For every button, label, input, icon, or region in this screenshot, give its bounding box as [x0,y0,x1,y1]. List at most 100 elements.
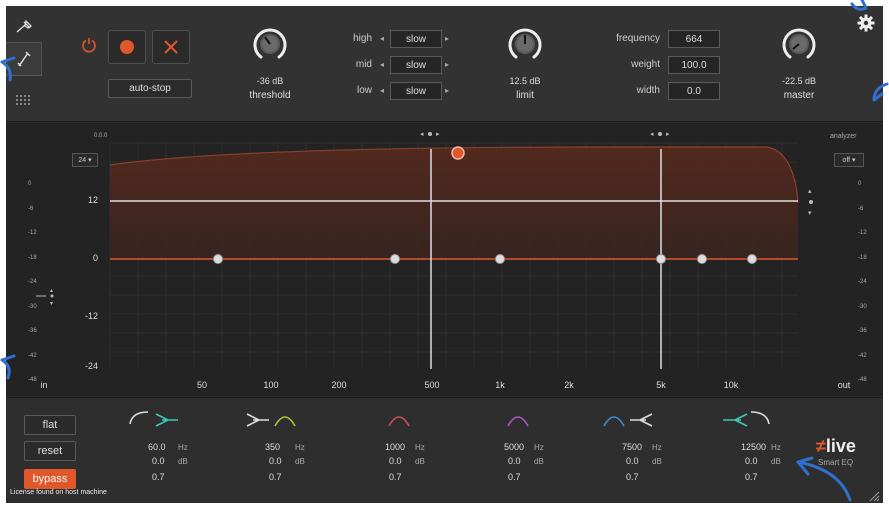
band-frequency-unit: Hz [534,443,544,452]
weight-point[interactable] [451,146,465,160]
svg-text:◂: ◂ [650,131,654,138]
band-frequency[interactable]: 7500 [622,442,642,452]
cancel-button[interactable] [152,30,190,64]
band-frequency[interactable]: 12500 [741,442,766,452]
frequency-label: 2k [564,380,574,390]
band-node[interactable] [656,254,666,264]
svg-text:▸: ▸ [666,131,670,138]
band-q[interactable]: 0.7 [389,472,402,482]
frequency-label: 500 [424,380,440,390]
frequency-label: 10k [723,380,739,390]
eq-band[interactable]: 7500 Hz 0.0 dB 0.7 [600,404,710,499]
gain-label: -12 [84,311,98,321]
band-node[interactable] [390,254,400,264]
svg-text:▴: ▴ [50,288,53,294]
threshold-label: threshold [249,90,291,101]
gain-label: 12 [87,195,98,205]
power-button[interactable] [78,34,100,56]
band-frequency[interactable]: 350 [265,442,280,452]
band-gain[interactable]: 0.0 [626,456,639,466]
pin-icon[interactable] [6,10,42,44]
limit-value: 12.5 dB [509,76,541,86]
speed-prev-icon[interactable]: ◂ [380,60,384,69]
meter-tick-left: -24 [28,279,37,285]
reset-button[interactable]: reset [24,441,76,461]
eq-graph[interactable]: ◂ ▸ ◂ ▸ ▴ ▾ ▴ ▾ [6,123,883,396]
limit-knob[interactable] [507,26,543,62]
master-knob[interactable] [781,26,817,62]
field-input[interactable]: 0.0 [668,82,720,100]
filter-shape [750,411,770,425]
band-node[interactable] [213,254,223,264]
grid-tab-icon[interactable] [6,84,42,118]
band-shape-icon[interactable] [719,404,829,430]
band-shape-icon[interactable] [363,404,473,430]
split-handle-high[interactable]: ◂ ▸ [650,131,670,138]
record-icon [120,40,134,54]
band-q[interactable]: 0.7 [626,472,639,482]
eq-display[interactable]: ◂ ▸ ◂ ▸ ▴ ▾ ▴ ▾ 0.0.0 24 ▾ analyzer off … [6,123,883,396]
speed-prev-icon[interactable]: ◂ [380,86,384,95]
auto-stop-button[interactable]: auto-stop [108,79,192,98]
analyzer-dropdown[interactable]: off ▾ [834,153,864,167]
band-frequency[interactable]: 1000 [385,442,405,452]
eq-band[interactable]: 60.0 Hz 0.0 dB 0.7 [126,404,236,499]
speed-prev-icon[interactable]: ◂ [380,34,384,43]
band-gain[interactable]: 0.0 [389,456,402,466]
speed-select[interactable]: slow [390,82,442,100]
split-handle-low[interactable]: ◂ ▸ [420,131,440,138]
tools-tab-icon[interactable] [6,42,42,76]
band-shape-icon[interactable] [600,404,710,430]
band-q[interactable]: 0.7 [745,472,758,482]
bypass-button[interactable]: bypass [24,469,76,489]
speed-next-icon[interactable]: ▸ [445,60,449,69]
eq-band[interactable]: 1000 Hz 0.0 dB 0.7 [363,404,473,499]
band-node[interactable] [747,254,757,264]
gain-label: 0 [92,253,98,263]
band-gain[interactable]: 0.0 [269,456,282,466]
field-input[interactable]: 664 [668,30,720,48]
band-gain[interactable]: 0.0 [745,456,758,466]
field-input[interactable]: 100.0 [668,56,720,74]
filter-shape [723,413,748,427]
band-gain[interactable]: 0.0 [152,456,165,466]
band-q[interactable]: 0.7 [269,472,282,482]
band-frequency[interactable]: 5000 [504,442,524,452]
meter-tick-right: -36 [858,328,867,334]
band-node[interactable] [495,254,505,264]
svg-text:◂: ◂ [420,131,424,138]
band-gain[interactable]: 0.0 [508,456,521,466]
input-gain-handle[interactable]: ▴ ▾ [36,288,54,307]
eq-band[interactable]: 5000 Hz 0.0 dB 0.7 [482,404,592,499]
gear-icon[interactable] [857,14,875,32]
band-q[interactable]: 0.7 [152,472,165,482]
license-status: License found on host machine [10,489,107,496]
band-shape-icon[interactable] [126,404,236,430]
threshold-knob[interactable] [252,26,288,62]
brand-logo-text: live [825,436,856,456]
speed-select[interactable]: slow [390,30,442,48]
band-frequency[interactable]: 60.0 [148,442,166,452]
filter-shape [274,416,296,427]
flat-button[interactable]: flat [24,415,76,435]
threshold-value: -36 dB [256,76,284,86]
brand-subtitle: Smart EQ [818,458,854,467]
svg-text:▴: ▴ [808,188,812,195]
resize-handle-icon[interactable] [868,490,880,502]
eq-band[interactable]: 12500 Hz 0.0 dB 0.7 [719,404,829,499]
band-q[interactable]: 0.7 [508,472,521,482]
band-node[interactable] [697,254,707,264]
band-shape-icon[interactable] [482,404,592,430]
speed-select[interactable]: slow [390,56,442,74]
analyzer-label: analyzer [830,133,857,140]
speed-next-icon[interactable]: ▸ [445,86,449,95]
record-button[interactable] [108,30,146,64]
filter-shape [507,416,529,427]
output-label: out [837,380,851,390]
speed-next-icon[interactable]: ▸ [445,34,449,43]
left-dropdown[interactable]: 24 ▾ [72,153,98,167]
band-shape-icon[interactable] [243,404,353,430]
eq-band[interactable]: 350 Hz 0.0 dB 0.7 [243,404,353,499]
limit-handle[interactable]: ▴ ▾ [808,188,813,217]
power-icon [82,38,96,53]
